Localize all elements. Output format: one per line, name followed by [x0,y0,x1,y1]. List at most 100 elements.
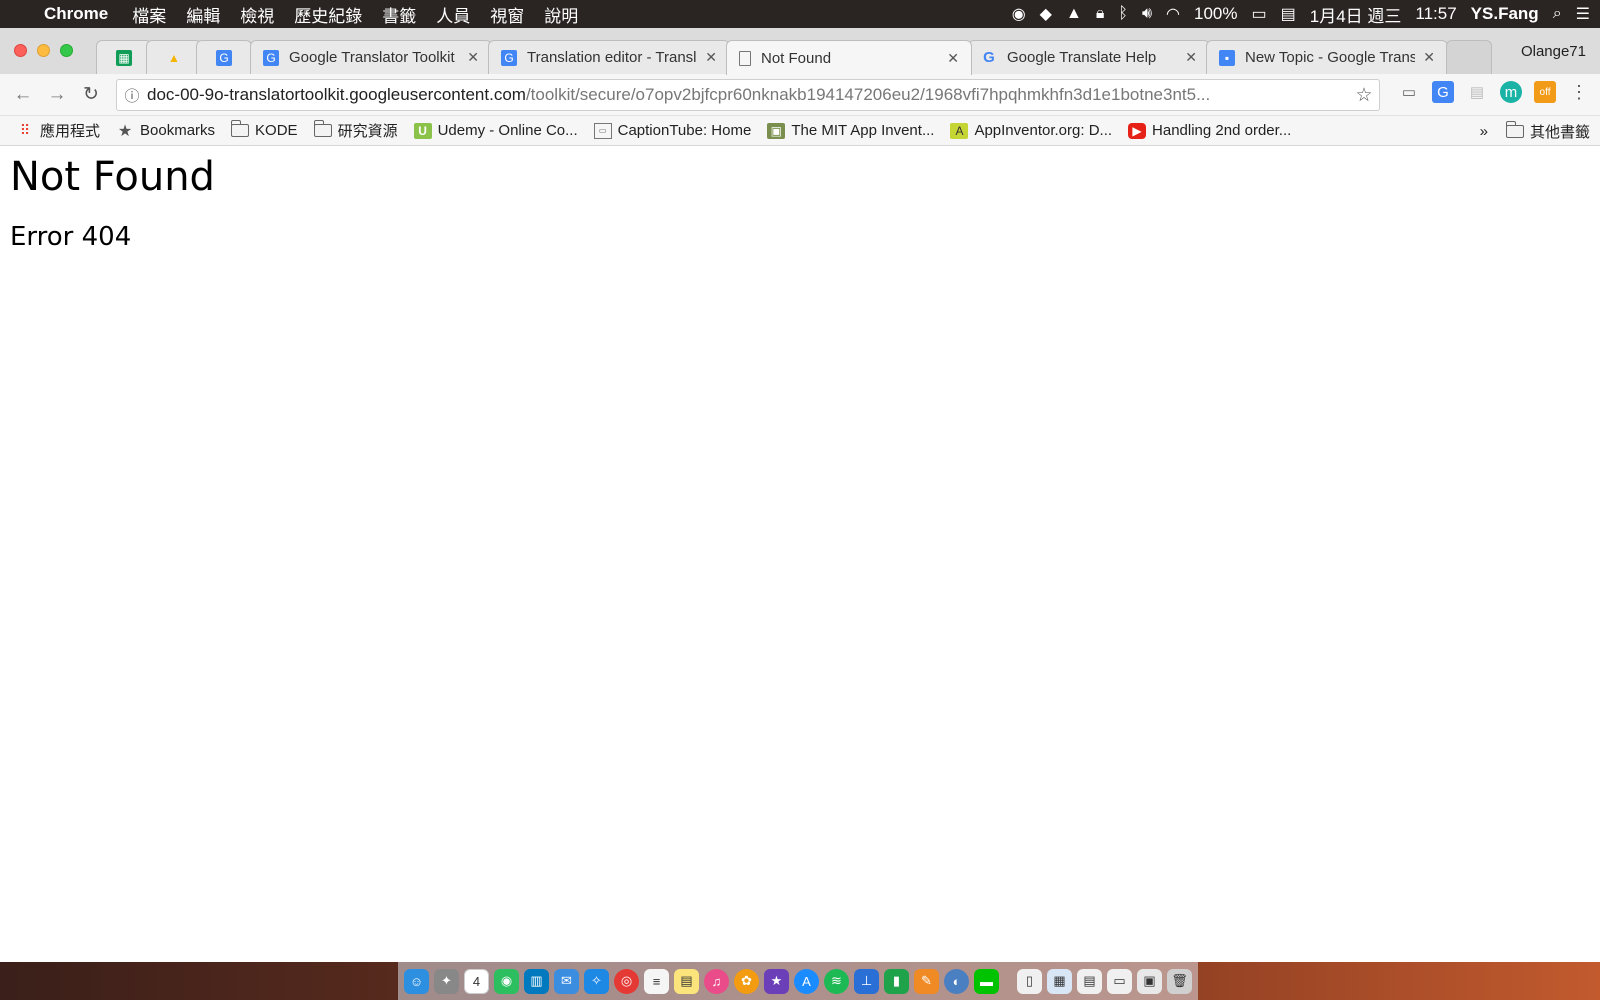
drive-status-icon[interactable]: ▲ [1066,5,1082,23]
menu-people[interactable]: 人員 [436,2,470,27]
document-icon[interactable]: ▯ [1017,968,1042,994]
close-window-button[interactable] [14,44,27,57]
itunes-icon[interactable]: ♫ [704,968,729,994]
new-tab-button[interactable] [1446,40,1492,74]
bookmark-udemy[interactable]: U Udemy - Online Co... [413,122,578,139]
pages-icon[interactable]: ✎ [914,968,939,994]
disabled-extension-icon[interactable]: ▤ [1466,81,1488,103]
tab-pinned-sheets[interactable]: ▦ [96,40,152,74]
forward-button[interactable]: → [40,78,74,112]
menu-window[interactable]: 視窗 [490,2,524,27]
close-tab-icon[interactable]: ✕ [1185,49,1197,66]
screenshot-stack-icon[interactable]: ▣ [1137,968,1162,994]
close-tab-icon[interactable]: ✕ [467,49,479,66]
evernote-status-icon[interactable]: ◉ [1012,4,1026,24]
time-display[interactable]: 11:57 [1415,4,1456,24]
wifi-icon[interactable]: ◠ [1166,4,1180,24]
bookmark-other-bookmarks[interactable]: 其他書籤 [1505,120,1590,142]
evernote-icon[interactable]: ◉ [494,968,519,994]
menu-view[interactable]: 檢視 [240,2,274,27]
tab-new-topic[interactable]: ▪ New Topic - Google Translate ✕ [1206,40,1448,74]
bookmark-apps[interactable]: ⠿ 應用程式 [16,120,100,141]
bluetooth-icon[interactable]: ᛒ [1118,5,1128,23]
app-menu-chrome[interactable]: Chrome [44,4,108,24]
fullscreen-window-button[interactable] [60,44,73,57]
menu-file[interactable]: 檔案 [132,2,166,27]
tab-translate-help[interactable]: G Google Translate Help ✕ [968,40,1210,74]
tab-pinned-translate[interactable]: G [196,40,252,74]
chrome-menu-icon[interactable]: ⋮ [1568,81,1590,103]
downloads-stack-icon[interactable]: ▭ [1107,968,1132,994]
star-icon: ★ [117,122,133,140]
url-text[interactable]: doc-00-9o-translatortoolkit.googleuserco… [147,85,1349,105]
launchpad-icon[interactable]: ✦ [434,968,459,994]
imovie-icon[interactable]: ★ [764,968,789,994]
calendar-icon[interactable]: 4 [464,968,489,994]
close-tab-icon[interactable]: ✕ [1423,49,1435,66]
dropbox-status-icon[interactable]: ◆ [1040,4,1052,24]
back-button[interactable]: ← [6,78,40,112]
bookmark-folder-research[interactable]: 研究資源 [313,120,398,141]
photos-icon[interactable]: ✿ [734,968,759,994]
keynote-icon[interactable]: ⊥ [854,968,879,994]
close-tab-icon[interactable]: ✕ [947,50,959,67]
forum-icon: ▪ [1219,49,1235,66]
textedit-icon[interactable]: ≡ [644,968,669,994]
battery-icon[interactable]: ▭ [1252,4,1267,24]
bookmark-folder-kode[interactable]: KODE [231,120,298,139]
tab-translation-editor[interactable]: G Translation editor - Translator Toolki… [488,40,730,74]
flag-us-icon[interactable]: ▤ [1281,4,1296,24]
spotify-icon[interactable]: ≋ [824,968,849,994]
translate-extension-icon[interactable]: G [1432,81,1454,103]
bookmarks-overflow-chevron[interactable]: » [1480,123,1488,140]
spotlight-search-icon[interactable]: ⌕ [1553,5,1562,23]
minimize-window-button[interactable] [37,44,50,57]
url-host: doc-00-9o-translatortoolkit.googleuserco… [147,85,526,104]
date-display[interactable]: 1月4日 週三 [1310,2,1402,27]
trash-icon[interactable]: 🗑︎ [1167,968,1192,994]
tab-translator-toolkit[interactable]: G Google Translator Toolkit ✕ [250,40,492,74]
battery-percent[interactable]: 100% [1194,4,1237,24]
bookmark-youtube[interactable]: ▶ Handling 2nd order... [1128,122,1291,139]
menu-bookmarks[interactable]: 書籤 [382,2,416,27]
chrome-icon[interactable]: ◎ [614,968,639,994]
menu-edit[interactable]: 編輯 [186,2,220,27]
close-tab-icon[interactable]: ✕ [705,49,717,66]
tab-not-found[interactable]: Not Found ✕ [726,40,972,75]
document-stack-icon[interactable]: ▤ [1077,968,1102,994]
extension-icons: ▭ G ▤ m off ⋮ [1398,81,1590,103]
bookmark-bookmarks[interactable]: ★ Bookmarks [116,122,215,140]
bookmark-star-icon[interactable]: ☆ [1349,84,1379,107]
menu-help[interactable]: 說明 [544,2,578,27]
notes-icon[interactable]: ▤ [674,968,699,994]
profile-name[interactable]: Olange71 [1521,43,1586,60]
notification-center-icon[interactable]: ☰ [1576,4,1590,24]
bookmark-appinventor-org[interactable]: A AppInventor.org: D... [950,122,1112,139]
m-extension-icon[interactable]: m [1500,81,1522,103]
trello-icon[interactable]: ▥ [524,968,549,994]
reload-button[interactable]: ↻ [74,78,108,112]
numbers-icon[interactable]: ▮ [884,968,909,994]
lock-icon[interactable]: 🔒︎ [1096,5,1105,23]
volume-icon[interactable]: 🔊︎ [1142,5,1152,23]
safari-icon[interactable]: ✧ [584,968,609,994]
bookmark-captiontube[interactable]: ▭ CaptionTube: Home [593,122,751,139]
line-icon[interactable]: ▬ [974,968,999,994]
page-title: Not Found [10,154,215,200]
mit-icon: ▣ [767,122,786,139]
finder-icon[interactable]: ☺ [404,968,429,994]
app-store-icon[interactable]: A [794,968,819,994]
menu-history[interactable]: 歷史紀錄 [294,2,362,27]
network-icon[interactable]: ◐ [944,968,969,994]
address-bar[interactable]: ⓘ doc-00-9o-translatortoolkit.googleuser… [116,79,1380,111]
translate-icon: G [263,49,279,66]
cast-icon[interactable]: ▭ [1398,81,1420,103]
site-info-icon[interactable]: ⓘ [117,85,147,106]
bookmark-mit-app-inventor[interactable]: ▣ The MIT App Invent... [767,122,934,139]
user-name[interactable]: YS.Fang [1471,4,1539,24]
status-area: ◉ ◆ ▲ 🔒︎ ᛒ 🔊︎ ◠ 100% ▭ ▤ 1月4日 週三 11:57 Y… [1012,0,1590,28]
off-extension-icon[interactable]: off [1534,81,1556,103]
tab-pinned-drive[interactable]: ▲ [146,40,202,74]
preview-icon[interactable]: ▦ [1047,968,1072,994]
mail-icon[interactable]: ✉ [554,968,579,994]
